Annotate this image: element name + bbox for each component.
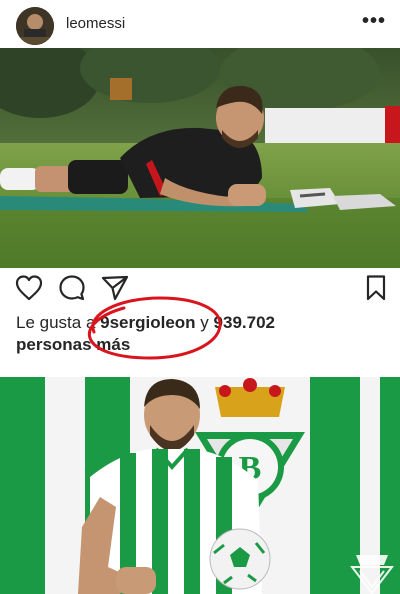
red-circle-annotation bbox=[87, 296, 222, 360]
heart-icon[interactable] bbox=[14, 273, 44, 303]
avatar[interactable] bbox=[16, 7, 54, 45]
more-options-icon[interactable]: ••• bbox=[362, 11, 386, 31]
post-header: leomessi ••• bbox=[0, 0, 400, 50]
betis-photo[interactable]: B bbox=[0, 377, 400, 594]
post-username[interactable]: leomessi bbox=[66, 15, 125, 32]
post-photo[interactable] bbox=[0, 48, 400, 268]
bookmark-icon[interactable] bbox=[361, 273, 391, 303]
